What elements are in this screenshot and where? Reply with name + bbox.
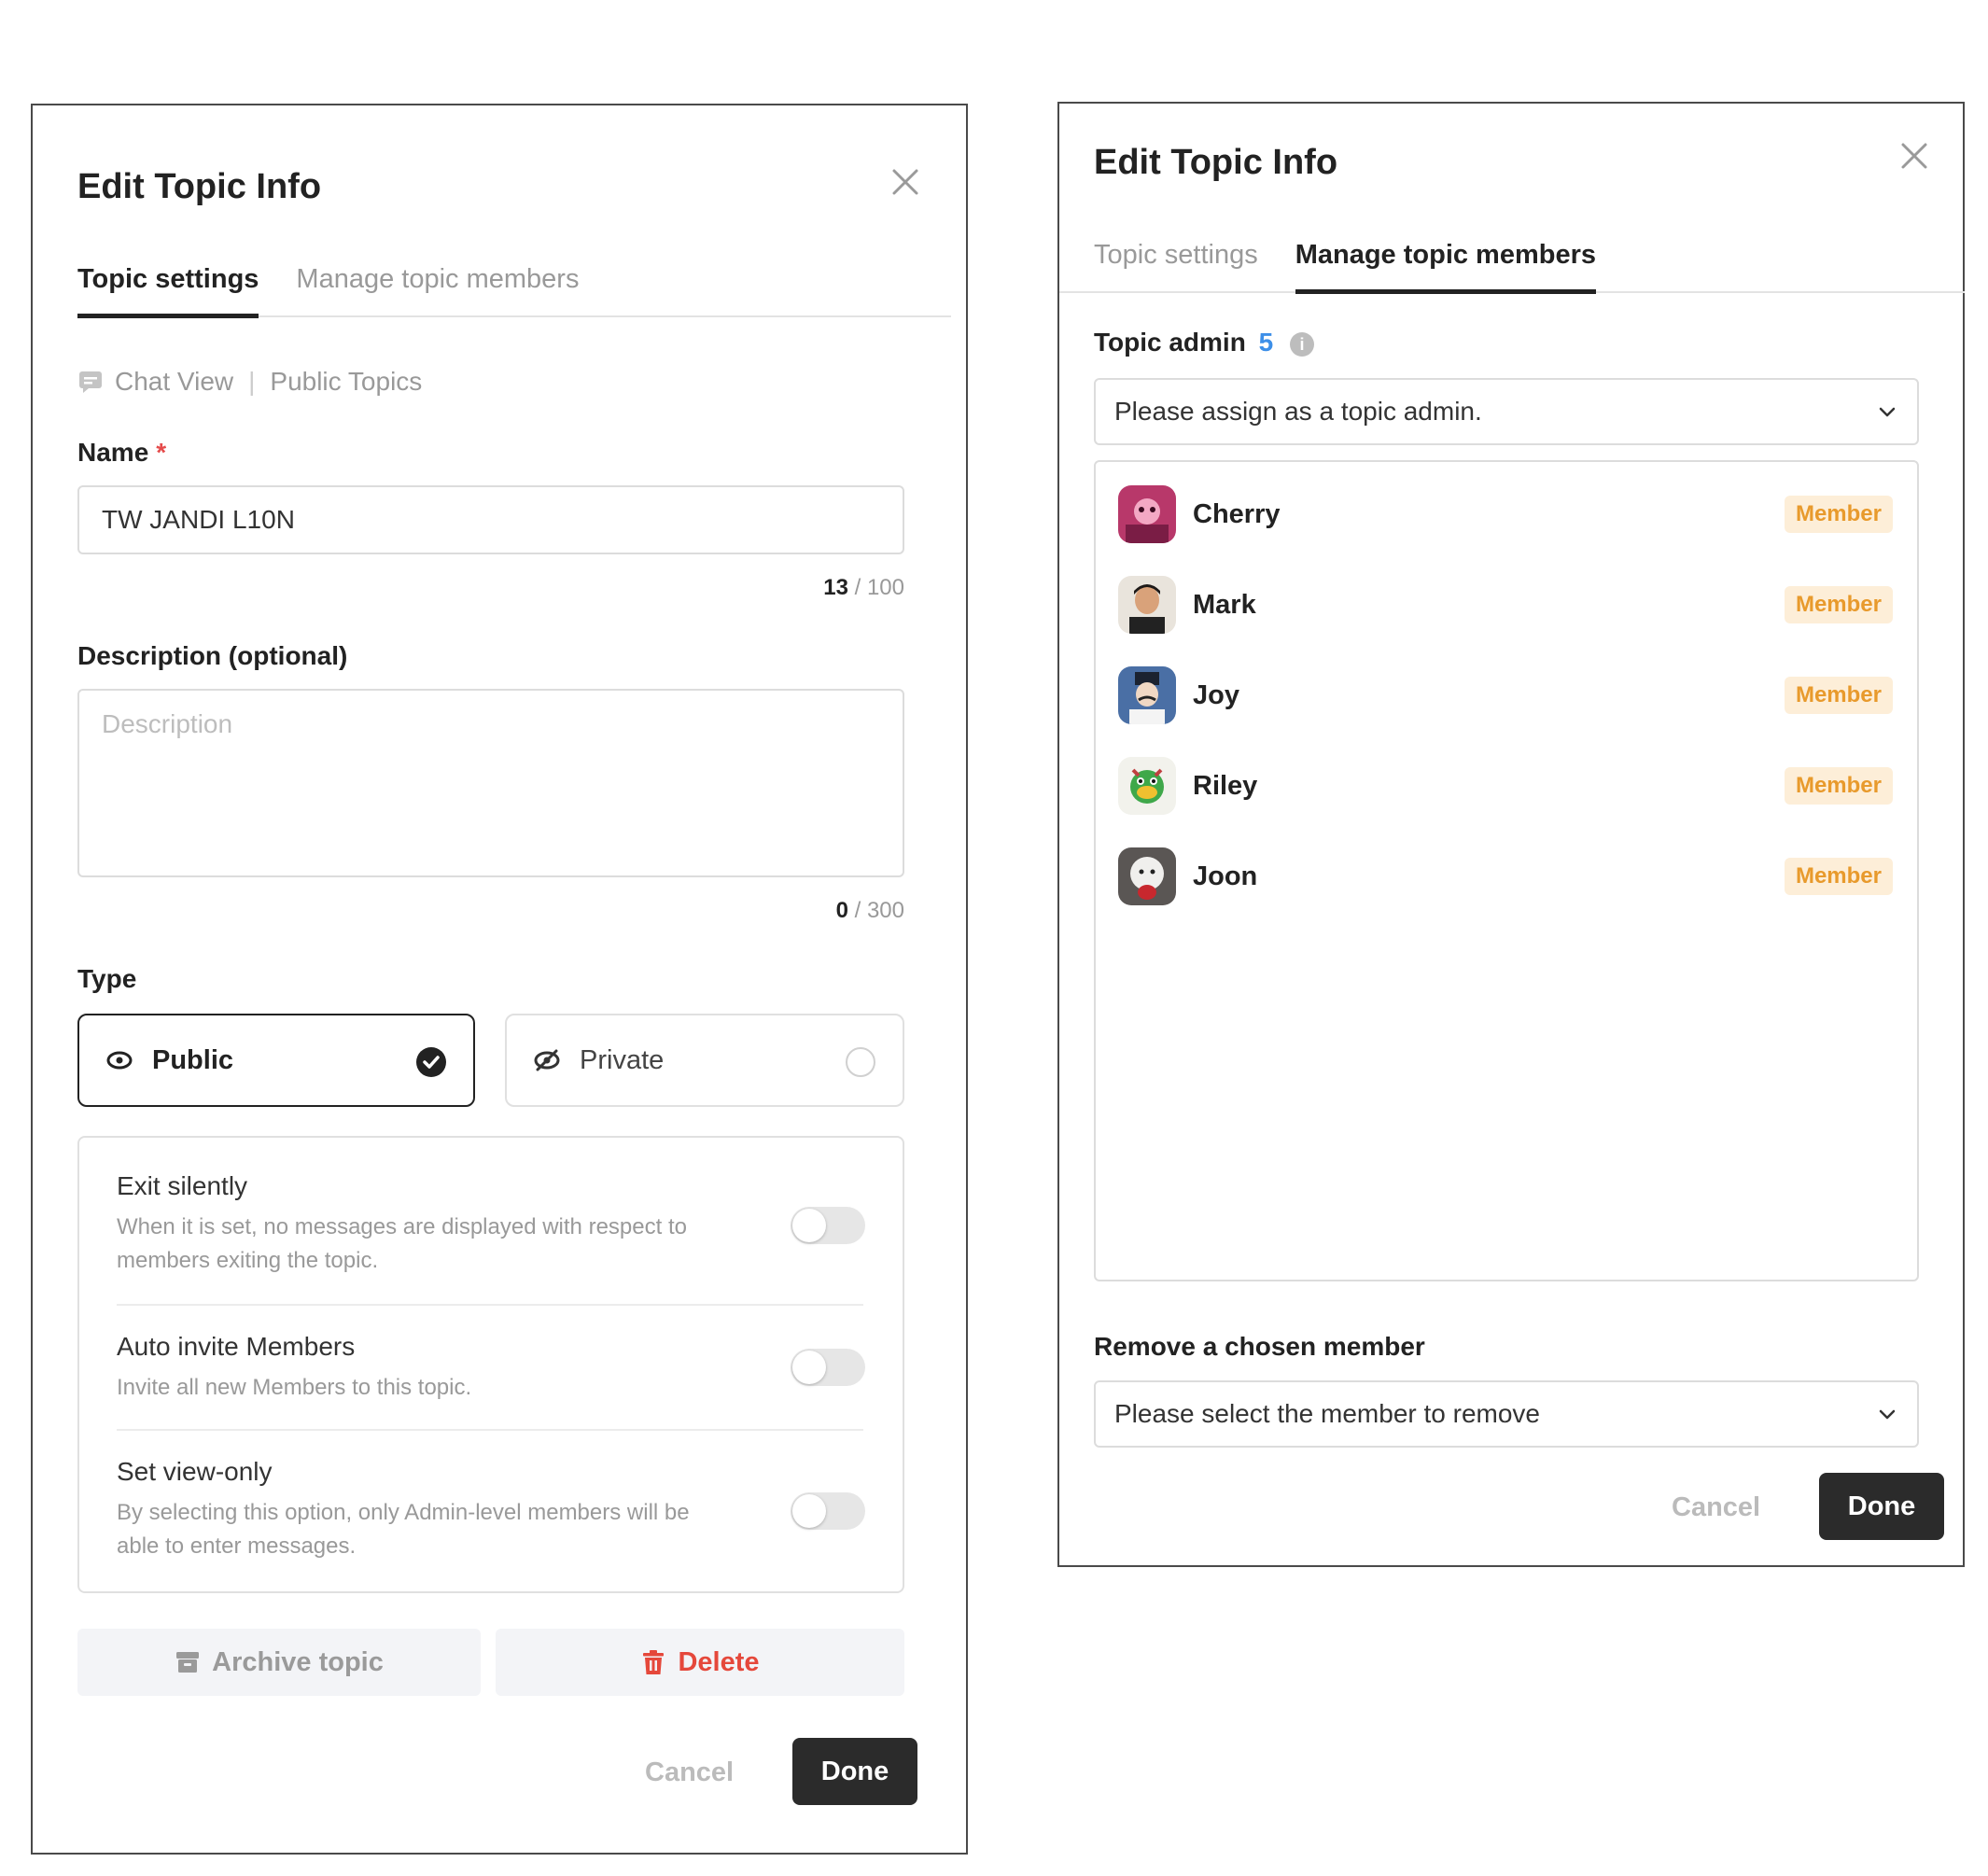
breadcrumb: Chat View | Public Topics [77, 367, 422, 397]
description-label: Description (optional) [77, 641, 348, 670]
member-name: Joon [1193, 861, 1258, 891]
option-description: Invite all new Members to this topic. [117, 1375, 472, 1400]
delete-topic-button[interactable]: Delete [496, 1629, 904, 1696]
member-name: Joy [1193, 679, 1239, 710]
auto-invite-toggle[interactable] [791, 1349, 865, 1386]
type-private-label: Private [580, 1044, 665, 1075]
chevron-down-icon [1879, 407, 1896, 417]
option-exit-silently: Exit silently When it is set, no message… [117, 1171, 863, 1278]
avatar [1118, 757, 1176, 815]
tab-bar: Topic settings Manage topic members [1059, 240, 1965, 294]
dialog-title: Edit Topic Info [1094, 143, 1338, 182]
role-badge: Member [1784, 677, 1893, 714]
done-button[interactable]: Done [792, 1738, 917, 1805]
option-title: Auto invite Members [117, 1332, 356, 1361]
name-label: Name * [77, 438, 167, 467]
cancel-button[interactable]: Cancel [645, 1757, 734, 1788]
option-auto-invite: Auto invite Members Invite all new Membe… [117, 1332, 863, 1405]
option-title: Set view-only [117, 1457, 273, 1486]
role-badge: Member [1784, 586, 1893, 623]
breadcrumb-chat-view[interactable]: Chat View [115, 367, 233, 397]
trash-icon [643, 1650, 665, 1674]
eye-off-icon [534, 1049, 560, 1071]
type-public-option[interactable]: Public [77, 1014, 475, 1107]
avatar [1118, 847, 1176, 905]
option-description: By selecting this option, only Admin-lev… [117, 1500, 690, 1559]
check-circle-icon [416, 1047, 446, 1077]
tab-topic-settings[interactable]: Topic settings [77, 264, 259, 318]
description-char-counter: 0 / 300 [835, 898, 904, 923]
member-row-cherry[interactable]: Cherry Member [1118, 484, 1893, 544]
archive-topic-button[interactable]: Archive topic [77, 1629, 481, 1696]
name-input[interactable]: TW JANDI L10N [77, 485, 904, 554]
type-label: Type [77, 964, 137, 993]
close-icon[interactable] [1896, 137, 1933, 175]
role-badge: Member [1784, 858, 1893, 895]
edit-topic-dialog-settings: Edit Topic Info Topic settings Manage to… [31, 104, 968, 1855]
type-public-label: Public [152, 1044, 234, 1075]
exit-silently-toggle[interactable] [791, 1207, 865, 1244]
description-input[interactable]: Description [77, 689, 904, 877]
member-list: Cherry Member Mark Member Joy Member Ril… [1094, 460, 1919, 1281]
divider [117, 1429, 863, 1431]
option-description: When it is set, no messages are displaye… [117, 1214, 687, 1273]
member-row-mark[interactable]: Mark Member [1118, 575, 1893, 635]
topic-options-panel: Exit silently When it is set, no message… [77, 1136, 904, 1593]
avatar [1118, 485, 1176, 543]
view-only-toggle[interactable] [791, 1492, 865, 1530]
member-row-joy[interactable]: Joy Member [1118, 665, 1893, 725]
breadcrumb-public-topics[interactable]: Public Topics [270, 367, 422, 397]
member-row-riley[interactable]: Riley Member [1118, 756, 1893, 816]
role-badge: Member [1784, 496, 1893, 533]
radio-empty-icon [846, 1047, 875, 1077]
member-row-joon[interactable]: Joon Member [1118, 847, 1893, 906]
tab-bar: Topic settings Manage topic members [77, 264, 951, 318]
divider [117, 1304, 863, 1306]
chevron-down-icon [1879, 1409, 1896, 1420]
cancel-button[interactable]: Cancel [1672, 1492, 1760, 1523]
member-name: Cherry [1193, 498, 1281, 529]
close-icon[interactable] [887, 163, 924, 201]
dialog-title: Edit Topic Info [77, 167, 322, 206]
archive-icon [176, 1652, 200, 1673]
tab-topic-settings[interactable]: Topic settings [1094, 240, 1258, 291]
info-icon[interactable]: i [1289, 331, 1314, 357]
chat-bubble-icon [79, 371, 102, 393]
member-name: Mark [1193, 589, 1256, 620]
topic-admin-count: 5 [1258, 328, 1274, 357]
edit-topic-dialog-members: Edit Topic Info Topic settings Manage to… [1057, 102, 1965, 1567]
tab-manage-members[interactable]: Manage topic members [1295, 240, 1597, 294]
option-title: Exit silently [117, 1171, 248, 1200]
done-button[interactable]: Done [1819, 1473, 1944, 1540]
type-private-option[interactable]: Private [505, 1014, 904, 1107]
remove-member-label: Remove a chosen member [1094, 1332, 1425, 1361]
role-badge: Member [1784, 767, 1893, 805]
avatar [1118, 666, 1176, 724]
topic-admin-label: Topic admin 5 i [1094, 328, 1314, 357]
option-view-only: Set view-only By selecting this option, … [117, 1457, 863, 1563]
tab-manage-members[interactable]: Manage topic members [296, 264, 579, 315]
remove-member-select[interactable]: Please select the member to remove [1094, 1380, 1919, 1448]
name-char-counter: 13 / 100 [823, 575, 904, 600]
avatar [1118, 576, 1176, 634]
topic-admin-select[interactable]: Please assign as a topic admin. [1094, 378, 1919, 445]
eye-icon [106, 1051, 133, 1070]
breadcrumb-separator: | [248, 367, 256, 396]
member-name: Riley [1193, 770, 1258, 801]
